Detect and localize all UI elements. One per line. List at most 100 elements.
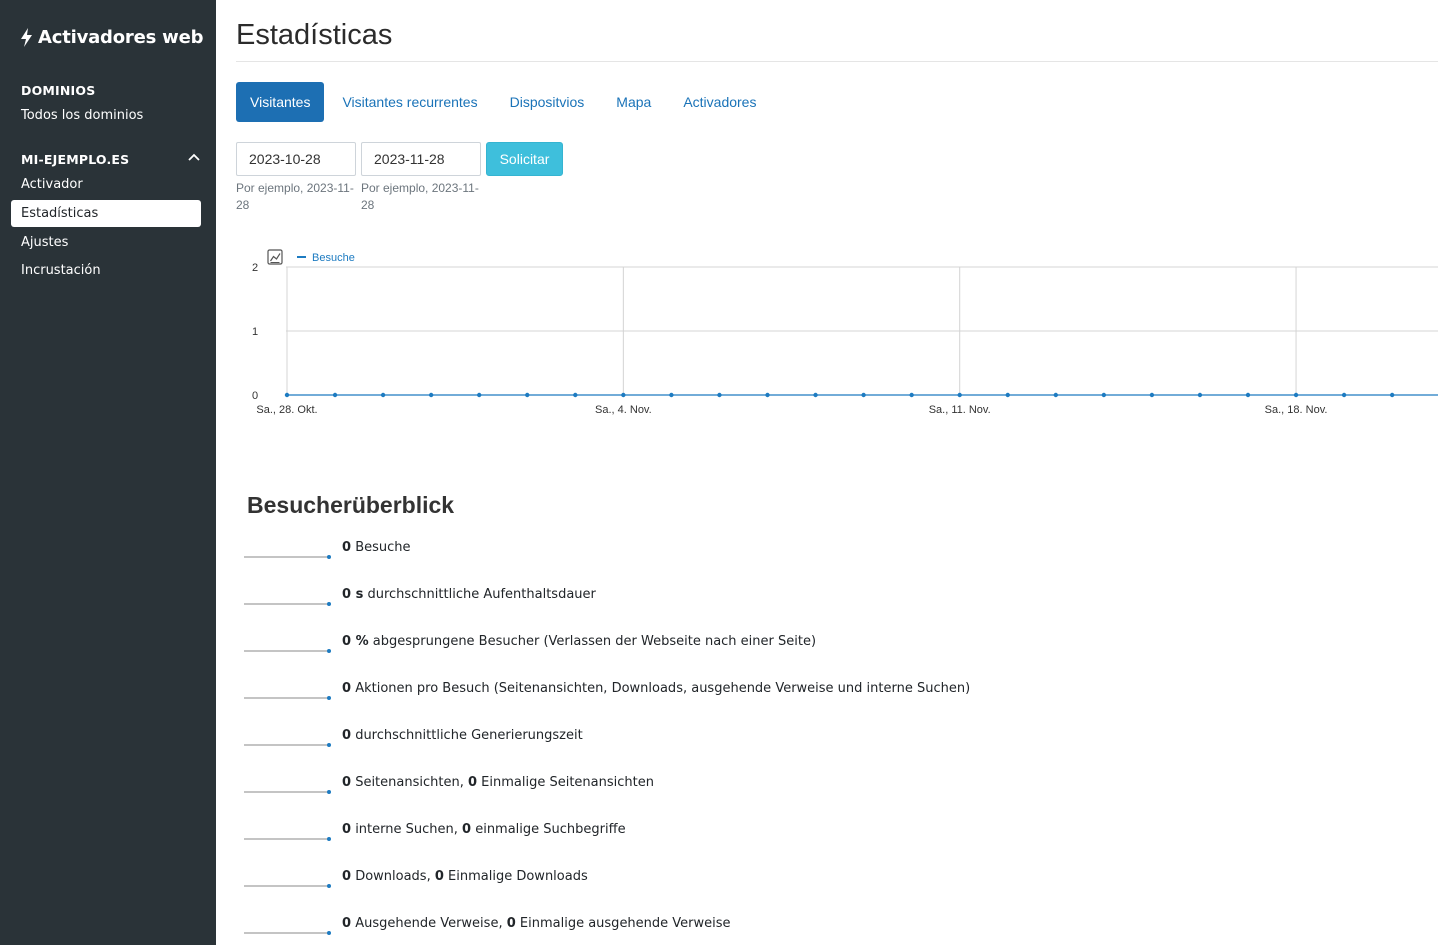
sparkline	[244, 649, 331, 653]
metric-value-secondary: 0	[462, 822, 472, 837]
tab-activadores[interactable]: Activadores	[669, 82, 770, 122]
brand[interactable]: Activadores web	[21, 27, 203, 48]
data-point[interactable]	[957, 392, 962, 398]
metric-text: 0 Seitenansichten, 0 Einmalige Seitenans…	[342, 775, 654, 790]
data-point[interactable]	[1101, 392, 1107, 398]
metric-text: 0 durchschnittliche Generierungszeit	[342, 728, 583, 743]
metric-value: 0	[342, 822, 352, 837]
data-point[interactable]	[765, 392, 770, 398]
tab-mapa[interactable]: Mapa	[602, 82, 665, 122]
visits-line-chart: Besuche 0 1 2 Sa., 28. Okt. Sa., 4. Nov. Sa.…	[252, 249, 1438, 416]
overview-metric: 0 Seitenansichten, 0 Einmalige Seitenans…	[242, 775, 1342, 805]
date-to-hint: Por ejemplo, 2023-11-28	[361, 181, 479, 212]
metric-label: Downloads,	[355, 869, 431, 884]
date-from-input[interactable]: 2023-10-28	[236, 142, 356, 176]
sparkline	[244, 743, 331, 747]
sidebar: Activadores web DOMINIOS Todos los domin…	[0, 0, 216, 945]
data-point[interactable]	[380, 392, 386, 398]
main-content: Estadísticas Visitantes Visitantes recur…	[216, 0, 1438, 945]
overview-metric: 0 Ausgehende Verweise, 0 Einmalige ausge…	[242, 916, 1342, 946]
metric-text: 0 Downloads, 0 Einmalige Downloads	[342, 869, 588, 884]
metric-label: Besuche	[355, 540, 411, 555]
x-tick-label: Sa., 28. Okt.	[256, 404, 317, 416]
data-point[interactable]	[477, 392, 482, 398]
metric-text: 0 s durchschnittliche Aufenthaltsdauer	[342, 587, 596, 602]
metric-value: 0	[342, 869, 352, 884]
metric-label-secondary: Einmalige ausgehende Verweise	[519, 916, 731, 931]
overview-metric: 0 % abgesprungene Besucher (Verlassen de…	[242, 634, 1342, 664]
sidebar-item-all-domains[interactable]: Todos los dominios	[11, 102, 201, 129]
x-tick-label: Sa., 11. Nov.	[929, 404, 991, 416]
data-point[interactable]	[909, 392, 914, 398]
date-from-hint: Por ejemplo, 2023-11-28	[236, 181, 354, 212]
metric-value-secondary: 0	[506, 916, 516, 931]
metric-label-secondary: Einmalige Seitenansichten	[481, 775, 654, 790]
overview-metric: 0 s durchschnittliche Aufenthaltsdauer	[242, 587, 1342, 617]
data-point[interactable]	[284, 392, 290, 398]
data-point[interactable]	[332, 392, 338, 398]
chevron-up-icon[interactable]	[187, 152, 201, 162]
data-point[interactable]	[813, 392, 818, 398]
data-point[interactable]	[861, 392, 866, 398]
data-point[interactable]	[1245, 392, 1251, 398]
tab-dispositivos[interactable]: Dispositvios	[496, 82, 599, 122]
sidebar-item-estadisticas[interactable]: Estadísticas	[11, 200, 201, 227]
y-tick-label: 2	[252, 262, 258, 274]
sidebar-item-activador[interactable]: Activador	[11, 171, 201, 198]
data-point[interactable]	[1053, 392, 1058, 398]
page-title: Estadísticas	[236, 19, 393, 51]
metric-text: 0 % abgesprungene Besucher (Verlassen de…	[342, 634, 816, 649]
request-button[interactable]: Solicitar	[486, 142, 563, 176]
y-tick-label: 1	[252, 326, 258, 338]
overview-title: Besucherüberblick	[247, 492, 455, 518]
metric-text: 0 Besuche	[342, 540, 411, 555]
metric-text: 0 Ausgehende Verweise, 0 Einmalige ausge…	[342, 916, 731, 931]
metric-label-secondary: einmalige Suchbegriffe	[475, 822, 626, 837]
data-point[interactable]	[525, 392, 530, 398]
overview-metric: 0 durchschnittliche Generierungszeit	[242, 728, 1342, 758]
overview-metric: 0 interne Suchen, 0 einmalige Suchbegrif…	[242, 822, 1342, 852]
data-point[interactable]	[1389, 392, 1395, 398]
data-point[interactable]	[1293, 392, 1299, 398]
metric-value: 0 %	[342, 634, 369, 649]
data-point[interactable]	[621, 392, 626, 398]
chart-type-icon[interactable]	[267, 249, 283, 265]
y-tick-label: 0	[252, 390, 258, 402]
sparkline	[244, 931, 331, 935]
sparkline	[244, 696, 331, 700]
sparkline	[244, 790, 331, 794]
metric-value: 0	[342, 916, 352, 931]
metric-label-secondary: Einmalige Downloads	[448, 869, 588, 884]
metric-label: durchschnittliche Generierungszeit	[355, 728, 583, 743]
bolt-icon	[21, 28, 32, 47]
data-point[interactable]	[1197, 392, 1203, 398]
metric-value-secondary: 0	[434, 869, 444, 884]
metric-value: 0	[342, 681, 352, 696]
metric-label: Ausgehende Verweise,	[355, 916, 503, 931]
metric-value: 0	[342, 775, 352, 790]
data-point[interactable]	[1005, 392, 1010, 398]
metric-label: Aktionen pro Besuch (Seitenansichten, Do…	[355, 681, 971, 696]
data-point[interactable]	[669, 392, 674, 398]
section-title-domains: DOMINIOS	[21, 83, 96, 98]
metric-value: 0	[342, 728, 352, 743]
x-tick-label: Sa., 18. Nov.	[1265, 404, 1328, 416]
data-point[interactable]	[717, 392, 722, 398]
tab-visitantes-recurrentes[interactable]: Visitantes recurrentes	[328, 82, 491, 122]
data-point[interactable]	[1149, 392, 1155, 398]
tab-visitantes[interactable]: Visitantes	[236, 82, 325, 122]
section-title-site[interactable]: MI-EJEMPLO.ES	[21, 152, 129, 167]
sidebar-item-incrustacion[interactable]: Incrustación	[11, 257, 201, 284]
metric-text: 0 interne Suchen, 0 einmalige Suchbegrif…	[342, 822, 626, 837]
metric-text: 0 Aktionen pro Besuch (Seitenansichten, …	[342, 681, 970, 696]
data-point[interactable]	[1341, 392, 1347, 398]
x-tick-label: Sa., 4. Nov.	[595, 404, 652, 416]
data-point[interactable]	[573, 392, 578, 398]
sparkline	[244, 837, 331, 841]
overview-metric: 0 Besuche	[242, 540, 1342, 570]
sparkline	[244, 555, 331, 559]
metric-value: 0 s	[342, 587, 364, 602]
date-to-input[interactable]: 2023-11-28	[361, 142, 481, 176]
data-point[interactable]	[428, 392, 434, 398]
sidebar-item-ajustes[interactable]: Ajustes	[11, 229, 201, 256]
